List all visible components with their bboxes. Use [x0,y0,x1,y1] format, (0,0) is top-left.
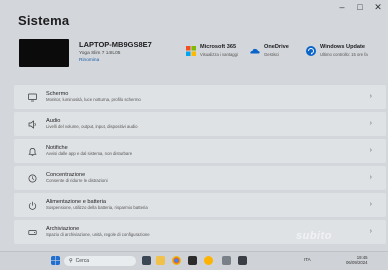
setting-schermo[interactable]: Schermo Monitor, luminosità, luce nottur… [14,85,386,109]
windows-update-tile[interactable]: Windows Update Ultimo controllo: 15 ore … [306,44,368,57]
setting-concentrazione[interactable]: Concentrazione Consente di ridurre le di… [14,166,386,190]
maximize-icon[interactable]: □ [354,2,366,12]
tile-title: Windows Update [320,44,366,50]
tile-subtitle: Ultimo controllo: 15 ore fa [320,51,368,57]
search-placeholder: Cerca [75,258,90,264]
search-icon: ⚲ [69,258,73,264]
monitor-icon [28,93,37,102]
file-explorer-icon[interactable] [156,256,165,265]
chrome-icon[interactable] [172,256,181,265]
device-name: LAPTOP-MB9GS8E7 [79,40,152,49]
watermark: subito [296,230,332,242]
device-image [19,39,69,67]
bell-icon [28,147,37,156]
app-icon[interactable] [188,256,197,265]
chevron-right-icon: › [369,147,372,154]
window-controls: – □ ✕ [336,2,384,13]
tile-subtitle: Visualizza i vantaggi [200,51,238,57]
device-model: Yoga Slim 7 14IL05 [79,50,121,56]
tile-title: OneDrive [264,44,289,50]
app-icon[interactable] [238,256,247,265]
page-title: Sistema [18,13,70,28]
device-info: LAPTOP-MB9GS8E7 Yoga Slim 7 14IL05 Rinom… [19,39,152,67]
onedrive-tile[interactable]: OneDrive Gestisci [250,44,289,57]
setting-alimentazione[interactable]: Alimentazione e batteria Sospensione, ut… [14,193,386,217]
language-indicator[interactable]: ITA [304,257,311,262]
search-box[interactable]: ⚲ Cerca [64,256,136,266]
setting-audio[interactable]: Audio Livelli del volume, output, input,… [14,112,386,136]
tile-title: Microsoft 365 [200,44,237,50]
chevron-right-icon: › [369,201,372,208]
row-subtitle: Monitor, luminosità, luce notturna, prof… [46,96,141,102]
minimize-icon[interactable]: – [336,2,348,12]
settings-list: Schermo Monitor, luminosità, luce nottur… [14,85,386,247]
windows-update-icon [306,46,316,56]
row-subtitle: Spazio di archiviazione, unità, regole d… [46,231,150,237]
app-icon[interactable] [204,256,213,265]
tile-subtitle: Gestisci [264,51,279,57]
row-subtitle: Sospensione, utilizzo della batteria, ri… [46,204,148,210]
settings-app-icon[interactable] [222,256,231,265]
chevron-right-icon: › [369,174,372,181]
close-icon[interactable]: ✕ [372,2,384,12]
task-view-icon[interactable] [142,256,151,265]
microsoft-365-tile[interactable]: Microsoft 365 Visualizza i vantaggi [186,44,238,57]
microsoft-365-icon [186,46,196,56]
clock-date: 06/09/2024 [346,260,368,266]
taskbar: ⚲ Cerca ITA 19:45 06/09/2024 [0,251,388,270]
onedrive-icon [250,48,260,54]
start-icon[interactable] [51,256,60,265]
rename-link[interactable]: Rinomina [79,58,152,64]
chevron-right-icon: › [369,93,372,100]
chevron-right-icon: › [369,228,372,235]
setting-notifiche[interactable]: Notifiche Avvisi dalle app e dal sistema… [14,139,386,163]
chevron-right-icon: › [369,120,372,127]
focus-icon [28,174,37,183]
clock[interactable]: 19:45 06/09/2024 [346,255,368,265]
row-subtitle: Livelli del volume, output, input, dispo… [46,123,138,129]
storage-icon [28,228,37,237]
power-icon [28,201,37,210]
speaker-icon [28,119,37,129]
row-subtitle: Avvisi dalle app e dal sistema, non dist… [46,150,133,156]
row-subtitle: Consente di ridurre le distrazioni [46,177,108,183]
